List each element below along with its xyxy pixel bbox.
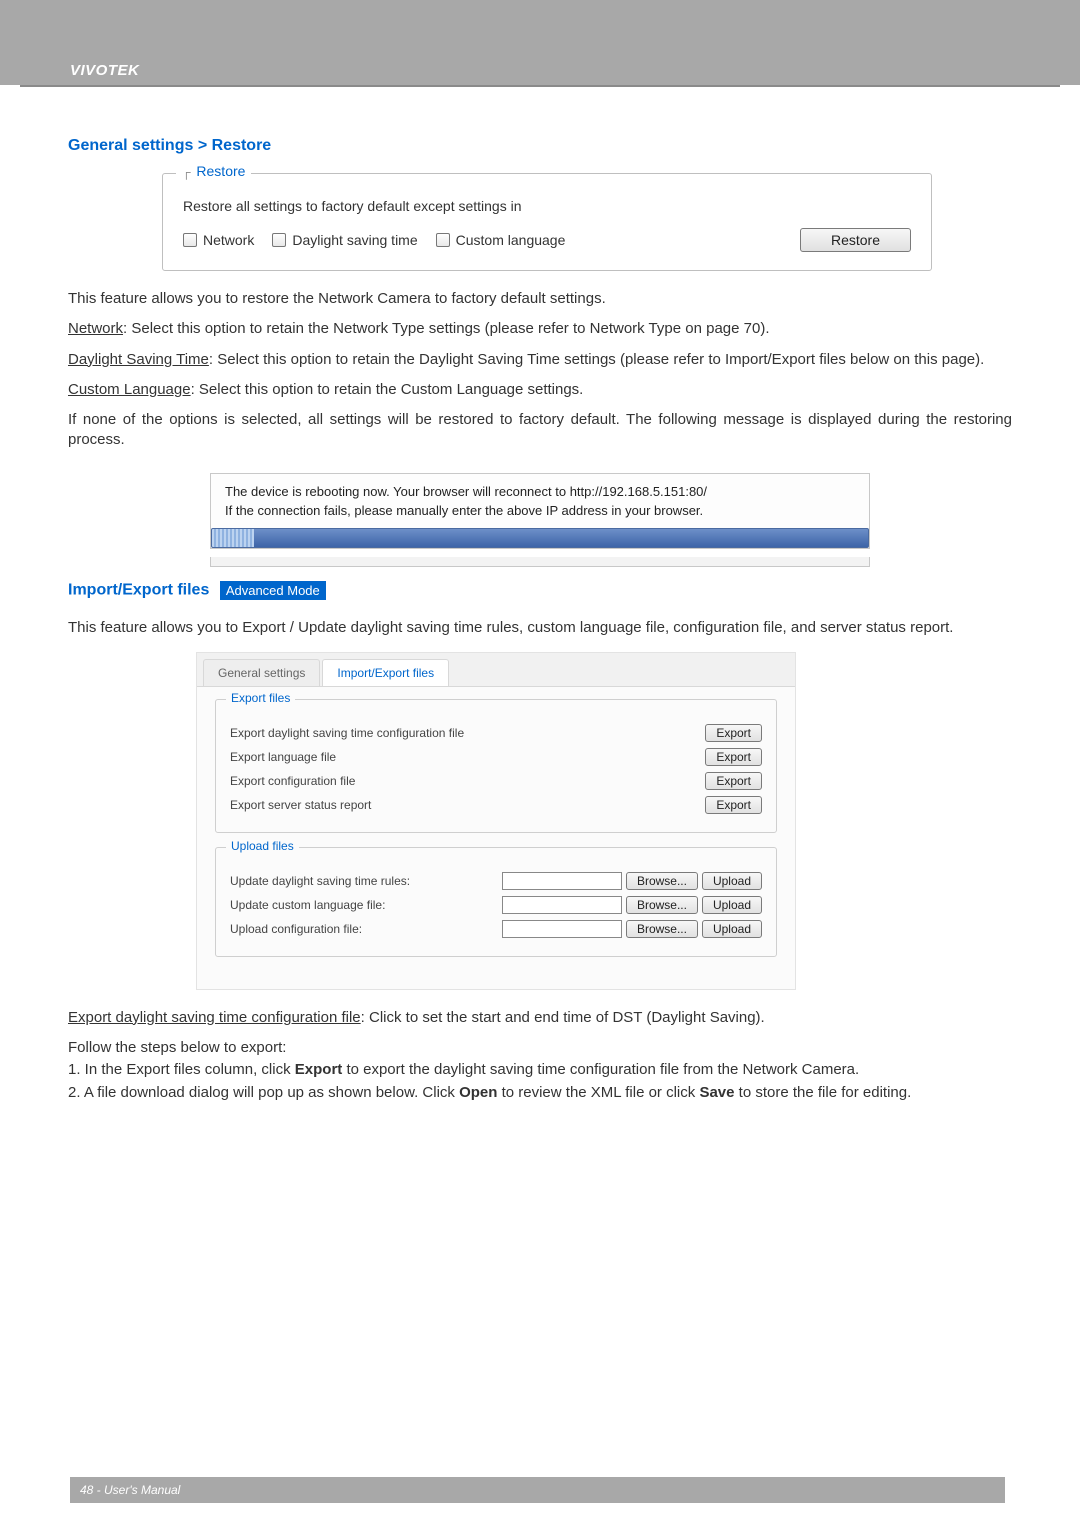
section-title-restore: General settings > Restore bbox=[68, 137, 1012, 155]
restore-legend: ┌ Restore bbox=[176, 163, 251, 179]
export-button[interactable]: Export bbox=[705, 796, 762, 814]
import-export-panel: General settings Import/Export files Exp… bbox=[196, 652, 796, 990]
file-path-field[interactable] bbox=[502, 896, 622, 914]
reboot-msg-line1: The device is rebooting now. Your browse… bbox=[225, 484, 855, 499]
export-row: Export daylight saving time configuratio… bbox=[230, 724, 762, 742]
step-2: 2. A file download dialog will pop up as… bbox=[68, 1083, 1012, 1103]
checkbox-custom-language[interactable]: Custom language bbox=[436, 232, 566, 248]
reboot-box-bottom-strip bbox=[210, 557, 870, 567]
term-dst: Daylight Saving Time bbox=[68, 351, 209, 368]
content: General settings > Restore ┌ Restore Res… bbox=[0, 105, 1080, 1143]
tab-import-export[interactable]: Import/Export files bbox=[322, 659, 449, 686]
term-export-dst: Export daylight saving time configuratio… bbox=[68, 1009, 361, 1026]
export-row: Export language file Export bbox=[230, 748, 762, 766]
checkbox-dst[interactable]: Daylight saving time bbox=[272, 232, 417, 248]
browse-button[interactable]: Browse... bbox=[626, 920, 698, 938]
export-row-label: Export language file bbox=[230, 750, 336, 764]
export-row-label: Export daylight saving time configuratio… bbox=[230, 726, 464, 740]
header-rule bbox=[20, 85, 1060, 87]
export-files-group: Export files Export daylight saving time… bbox=[215, 699, 777, 833]
brand: VIVOTEK bbox=[70, 62, 139, 79]
restore-fieldset: ┌ Restore Restore all settings to factor… bbox=[162, 173, 932, 271]
upload-files-legend: Upload files bbox=[226, 839, 299, 853]
upload-row-label: Update custom language file: bbox=[230, 898, 385, 912]
checkbox-network-label: Network bbox=[203, 232, 254, 248]
restore-legend-text: Restore bbox=[196, 163, 245, 179]
header-band: VIVOTEK bbox=[0, 0, 1080, 85]
section-title-ie-text: Import/Export files bbox=[68, 581, 209, 598]
export-button[interactable]: Export bbox=[705, 772, 762, 790]
page: VIVOTEK General settings > Restore ┌ Res… bbox=[0, 0, 1080, 1527]
checkbox-network[interactable]: Network bbox=[183, 232, 254, 248]
upload-button[interactable]: Upload bbox=[702, 920, 762, 938]
file-path-field[interactable] bbox=[502, 920, 622, 938]
checkbox-icon bbox=[272, 233, 286, 247]
upload-button[interactable]: Upload bbox=[702, 896, 762, 914]
upload-row: Update daylight saving time rules: Brows… bbox=[230, 872, 762, 890]
export-row-label: Export server status report bbox=[230, 798, 371, 812]
browse-button[interactable]: Browse... bbox=[626, 872, 698, 890]
checkbox-dst-label: Daylight saving time bbox=[292, 232, 417, 248]
export-files-legend: Export files bbox=[226, 691, 295, 705]
paragraph-dst: Daylight Saving Time: Select this option… bbox=[68, 350, 1012, 370]
paragraph-intro: This feature allows you to restore the N… bbox=[68, 289, 1012, 309]
paragraph-ie-intro: This feature allows you to Export / Upda… bbox=[68, 618, 1012, 638]
term-custom-language: Custom Language bbox=[68, 381, 191, 398]
tabs: General settings Import/Export files bbox=[197, 653, 795, 687]
checkbox-icon bbox=[183, 233, 197, 247]
tab-general-settings[interactable]: General settings bbox=[203, 659, 320, 686]
file-path-field[interactable] bbox=[502, 872, 622, 890]
export-row: Export configuration file Export bbox=[230, 772, 762, 790]
checkbox-icon bbox=[436, 233, 450, 247]
upload-row: Update custom language file: Browse... U… bbox=[230, 896, 762, 914]
term-network: Network bbox=[68, 320, 123, 337]
export-button[interactable]: Export bbox=[705, 724, 762, 742]
footer-band: 48 - User's Manual bbox=[70, 1477, 1005, 1503]
upload-row-label: Upload configuration file: bbox=[230, 922, 362, 936]
export-button[interactable]: Export bbox=[705, 748, 762, 766]
reboot-progress-bar bbox=[211, 528, 869, 548]
restore-button[interactable]: Restore bbox=[800, 228, 911, 252]
paragraph-none-selected: If none of the options is selected, all … bbox=[68, 410, 1012, 451]
checkbox-custom-language-label: Custom language bbox=[456, 232, 566, 248]
legend-tick-icon: ┌ bbox=[182, 165, 191, 179]
footer-text: 48 - User's Manual bbox=[80, 1483, 180, 1497]
paragraph-export-dst: Export daylight saving time configuratio… bbox=[68, 1008, 1012, 1028]
reboot-msg-line2: If the connection fails, please manually… bbox=[225, 503, 855, 518]
section-title-import-export: Import/Export files Advanced Mode bbox=[68, 581, 1012, 600]
upload-row: Upload configuration file: Browse... Upl… bbox=[230, 920, 762, 938]
paragraph-custom-language: Custom Language: Select this option to r… bbox=[68, 380, 1012, 400]
reboot-message-box: The device is rebooting now. Your browse… bbox=[210, 473, 870, 549]
paragraph-follow-steps: Follow the steps below to export: bbox=[68, 1038, 1012, 1058]
upload-files-group: Upload files Update daylight saving time… bbox=[215, 847, 777, 957]
upload-button[interactable]: Upload bbox=[702, 872, 762, 890]
export-row-label: Export configuration file bbox=[230, 774, 355, 788]
progress-fill bbox=[212, 529, 254, 547]
upload-row-label: Update daylight saving time rules: bbox=[230, 874, 410, 888]
paragraph-network: Network: Select this option to retain th… bbox=[68, 319, 1012, 339]
export-row: Export server status report Export bbox=[230, 796, 762, 814]
advanced-mode-badge: Advanced Mode bbox=[220, 581, 326, 600]
browse-button[interactable]: Browse... bbox=[626, 896, 698, 914]
step-1: 1. In the Export files column, click Exp… bbox=[68, 1060, 1012, 1080]
restore-description: Restore all settings to factory default … bbox=[183, 198, 911, 214]
